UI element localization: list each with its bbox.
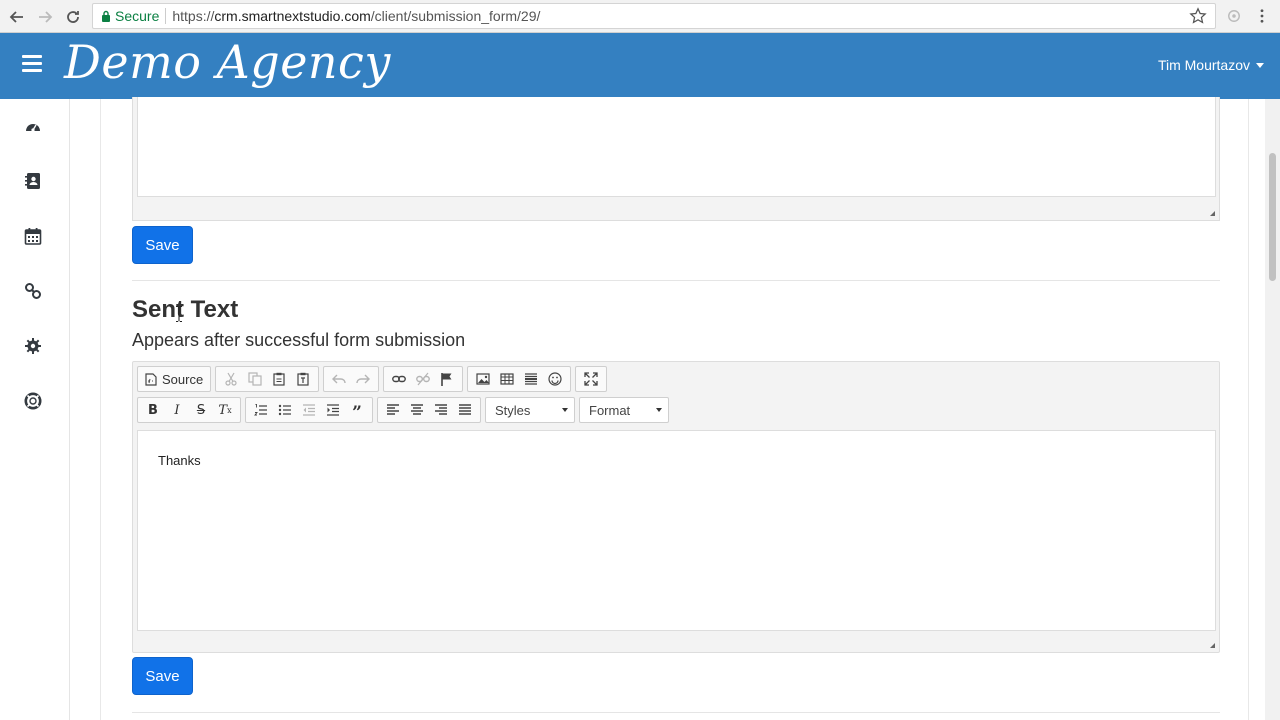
strikethrough-icon[interactable]: S <box>189 399 213 421</box>
outdent-icon[interactable] <box>297 399 321 421</box>
gear-icon[interactable] <box>22 335 44 357</box>
align-left-icon[interactable] <box>381 399 405 421</box>
rich-text-editor: Source B I S T x ” Styles Format Thanks <box>132 361 1220 653</box>
table-icon[interactable] <box>495 368 519 390</box>
brand-logo[interactable]: Demo Agency <box>64 35 391 89</box>
italic-icon[interactable]: I <box>165 399 189 421</box>
chevron-down-icon <box>562 408 568 412</box>
blockquote-icon[interactable]: ” <box>345 399 369 423</box>
divider <box>132 712 1220 713</box>
image-icon[interactable] <box>471 368 495 390</box>
text-cursor-icon <box>176 306 182 322</box>
toolbar-group-links <box>383 366 464 392</box>
secure-label: Secure <box>115 8 160 24</box>
toolbar-row-1: Source <box>137 366 608 392</box>
styles-label: Styles <box>495 402 531 418</box>
toolbar-group-view <box>575 366 608 392</box>
smiley-icon[interactable] <box>543 368 567 390</box>
sidebar <box>0 99 70 720</box>
previous-editor-area[interactable] <box>137 97 1216 197</box>
previous-editor <box>132 97 1220 221</box>
format-label: Format <box>589 402 631 418</box>
bulleted-list-icon[interactable] <box>273 399 297 421</box>
address-bar[interactable]: Secure https://crm.smartnextstudio.com/c… <box>92 3 1216 29</box>
save-button[interactable]: Save <box>132 226 193 264</box>
indent-icon[interactable] <box>321 399 345 421</box>
page-scrollbar[interactable] <box>1265 99 1280 720</box>
browser-menu-icon[interactable] <box>1252 6 1272 26</box>
url-scheme: https:// <box>172 8 215 24</box>
toolbar-group-paragraph: ” <box>245 397 373 423</box>
format-dropdown[interactable]: Format <box>579 397 669 423</box>
align-center-icon[interactable] <box>405 399 429 421</box>
omnibox-divider <box>165 8 167 24</box>
browser-toolbar: Secure https://crm.smartnextstudio.com/c… <box>0 0 1280 33</box>
caret-down-icon <box>1256 62 1264 68</box>
toolbar-group-history <box>323 366 380 392</box>
unlink-icon[interactable] <box>411 368 435 390</box>
remove-format-icon[interactable]: Tx <box>213 399 237 421</box>
chevron-down-icon <box>656 408 662 412</box>
app-header: Demo Agency Tim Mourtazov <box>0 33 1280 99</box>
paste-text-icon[interactable] <box>291 368 315 390</box>
url-path: /client/submission_form/29/ <box>370 8 541 24</box>
paste-icon[interactable] <box>267 368 291 390</box>
section-title: Sent Text <box>132 296 239 323</box>
toolbar-group-clipboard <box>215 366 320 392</box>
section-subtitle: Appears after successful form submission <box>132 330 466 350</box>
user-menu[interactable]: Tim Mourtazov <box>1158 57 1264 73</box>
link-icon[interactable] <box>387 368 411 390</box>
lock-icon <box>102 10 110 22</box>
justify-icon[interactable] <box>453 399 477 421</box>
forward-icon[interactable] <box>34 6 56 28</box>
toolbar-group-insert <box>467 366 572 392</box>
calendar-icon[interactable] <box>22 225 44 247</box>
undo-icon[interactable] <box>327 368 351 390</box>
resize-handle-icon[interactable] <box>1210 211 1215 216</box>
source-label: Source <box>162 371 204 387</box>
editor-paragraph: Thanks <box>158 453 201 468</box>
divider <box>132 280 1220 281</box>
secure-indicator[interactable]: Secure <box>101 8 159 24</box>
editor-content-area[interactable]: Thanks <box>137 430 1216 631</box>
scrollbar-thumb[interactable] <box>1269 153 1276 281</box>
copy-icon[interactable] <box>243 368 267 390</box>
horizontal-rule-icon[interactable] <box>519 368 543 390</box>
extension-icon[interactable] <box>1224 6 1244 26</box>
reload-icon[interactable] <box>62 6 84 28</box>
url-text[interactable]: https://crm.smartnextstudio.com/client/s… <box>172 8 540 24</box>
anchor-flag-icon[interactable] <box>435 368 459 390</box>
back-icon[interactable] <box>6 6 28 28</box>
redo-icon[interactable] <box>351 368 375 390</box>
main-content: Save Sent Text Appears after successful … <box>100 97 1249 720</box>
contacts-book-icon[interactable] <box>22 170 44 192</box>
url-host: crm.smartnextstudio.com <box>214 8 371 24</box>
document-icon <box>145 372 157 386</box>
styles-dropdown[interactable]: Styles <box>485 397 575 423</box>
maximize-icon[interactable] <box>579 368 603 390</box>
bold-icon[interactable]: B <box>141 399 165 421</box>
source-button[interactable]: Source <box>141 368 207 390</box>
numbered-list-icon[interactable] <box>249 399 273 421</box>
toolbar-group-basic-styles: B I S Tx <box>137 397 241 423</box>
user-name: Tim Mourtazov <box>1157 57 1250 73</box>
bookmark-star-icon[interactable] <box>1189 7 1207 25</box>
toolbar-group-align <box>377 397 481 423</box>
resize-handle-icon[interactable] <box>1210 643 1215 648</box>
toolbar-group-source: Source <box>137 366 212 392</box>
link-icon[interactable] <box>22 280 44 302</box>
align-right-icon[interactable] <box>429 399 453 421</box>
save-button[interactable]: Save <box>132 657 193 695</box>
lifebuoy-icon[interactable] <box>22 390 44 412</box>
toolbar-row-2: B I S Tx ” Styles Format <box>137 397 669 423</box>
hamburger-menu-icon[interactable] <box>22 55 42 73</box>
cut-icon[interactable] <box>219 368 243 390</box>
dashboard-icon[interactable] <box>22 116 44 138</box>
